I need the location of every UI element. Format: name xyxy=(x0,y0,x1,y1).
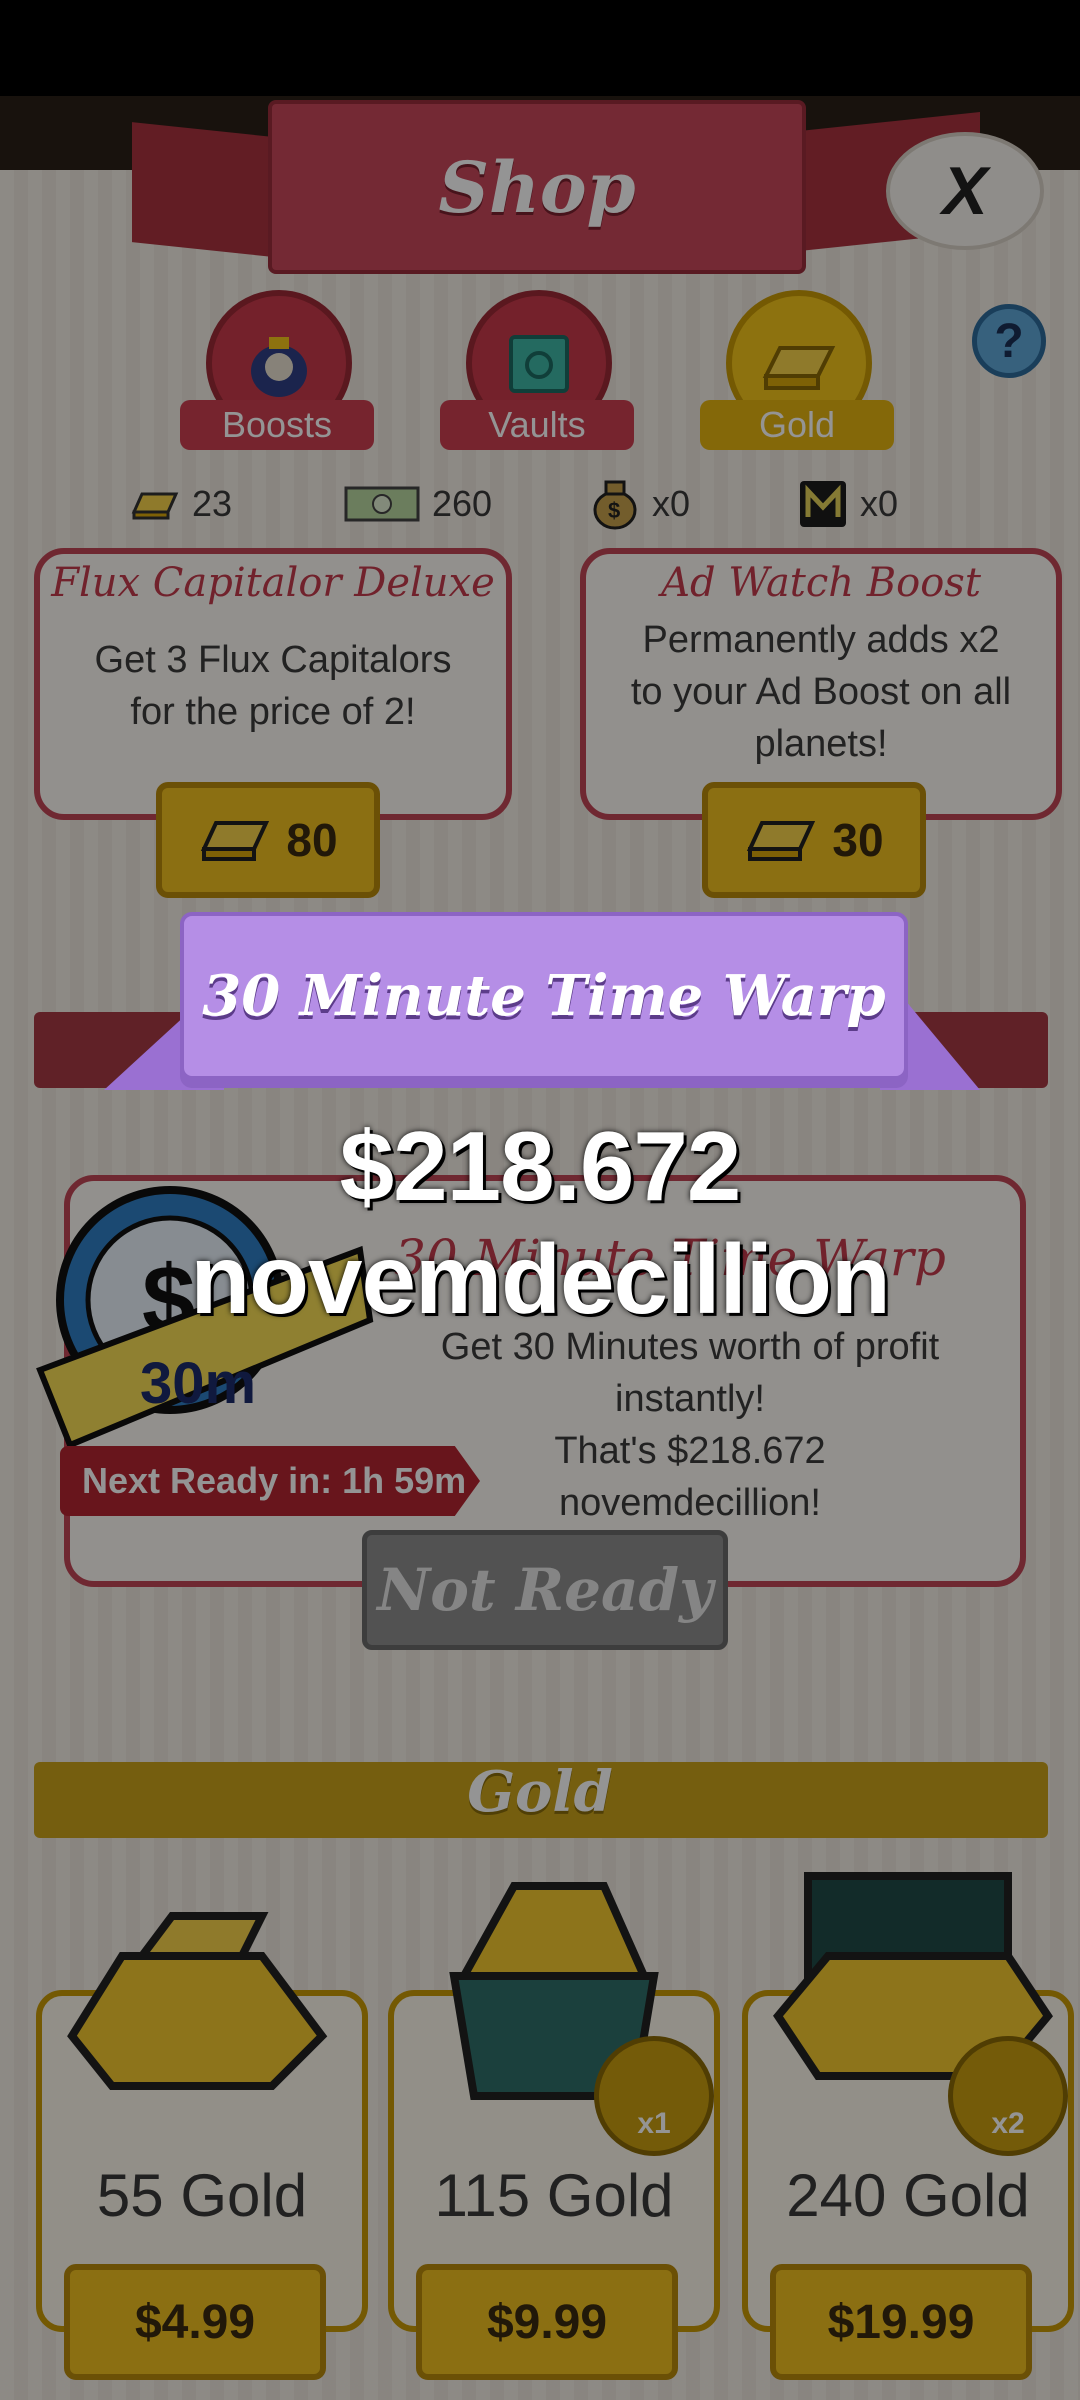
profit-amount: $218.672 novemdecillion xyxy=(190,1111,890,1334)
description-line: to your Ad Boost on all xyxy=(630,671,1012,713)
mega-icon xyxy=(800,481,846,527)
card-description: Get 30 Minutes worth of profit instantly… xyxy=(440,1321,940,1529)
gold-pack-card: 55 Gold $4.99 xyxy=(36,1912,368,2380)
description-line: planets! xyxy=(754,723,888,765)
description-line: Get 3 Flux Capitalors xyxy=(94,639,452,681)
currency-bills: 260 xyxy=(344,474,492,534)
tab-label: Gold xyxy=(700,400,894,450)
currency-gold: 23 xyxy=(130,474,232,534)
gold-pile-icon xyxy=(67,1912,328,2090)
tab-vaults[interactable]: Vaults xyxy=(440,290,634,460)
boost-card-flux-capitalor: Flux Capitalor Deluxe Get 3 Flux Capital… xyxy=(34,548,512,820)
time-warp-banner: 30 Minute Time Warp xyxy=(180,912,908,1080)
buy-gold-button[interactable]: $9.99 xyxy=(416,2264,678,2380)
tab-gold[interactable]: Gold xyxy=(700,290,894,460)
timer-label: 30m xyxy=(140,1351,257,1416)
tab-boosts[interactable]: Boosts xyxy=(180,290,374,460)
boost-card-ad-watch: Ad Watch Boost Permanently adds x2 to yo… xyxy=(580,548,1062,820)
description-line: for the price of 2! xyxy=(130,691,416,733)
description-line: Permanently adds x2 xyxy=(642,619,1000,661)
title-ribbon-left xyxy=(132,122,282,258)
gold-amount: 55 Gold xyxy=(96,2162,308,2229)
multiplier-badge: x1 xyxy=(594,2036,714,2156)
gold-pack-card: x2 240 Gold $19.99 xyxy=(742,1872,1074,2380)
price-value: 80 xyxy=(286,814,338,866)
description-line: That's $218.672 novemdecillion! xyxy=(554,1430,826,1524)
currency-value: 260 xyxy=(432,483,493,524)
page-title: Shop xyxy=(438,145,636,229)
shop-title-plate: Shop xyxy=(268,100,806,274)
status-bar xyxy=(0,0,1080,96)
card-title: Ad Watch Boost xyxy=(661,560,981,606)
money-bag-icon: $ xyxy=(593,480,637,530)
gold-bar-icon xyxy=(747,821,816,861)
tab-label: Boosts xyxy=(180,400,374,450)
gold-pack-card: x1 115 Gold $9.99 xyxy=(388,1882,720,2380)
buy-gold-button[interactable]: $4.99 xyxy=(64,2264,326,2380)
multiplier-badge: x2 xyxy=(948,2036,1068,2156)
svg-text:$: $ xyxy=(608,498,620,523)
card-description: Permanently adds x2 to your Ad Boost on … xyxy=(586,614,1056,770)
gold-amount: 115 Gold xyxy=(434,2162,674,2229)
not-ready-button[interactable]: Not Ready xyxy=(362,1530,728,1650)
currency-value: x0 xyxy=(860,483,899,524)
gold-bar-icon xyxy=(201,821,270,861)
buy-gold-button[interactable]: $19.99 xyxy=(770,2264,1032,2380)
next-ready-badge: Next Ready in: 1h 59m xyxy=(60,1446,480,1516)
banknote-icon xyxy=(344,486,420,522)
close-button[interactable]: X xyxy=(886,132,1044,250)
card-description: Get 3 Flux Capitalors for the price of 2… xyxy=(40,634,506,738)
card-title: Flux Capitalor Deluxe xyxy=(51,560,495,606)
buy-flux-capitalor-button[interactable]: 80 xyxy=(156,782,380,898)
price-value: 30 xyxy=(832,814,884,866)
tab-label: Vaults xyxy=(440,400,634,450)
gold-amount: 240 Gold xyxy=(786,2162,1030,2229)
currency-value: x0 xyxy=(652,483,691,524)
banner-title: 30 Minute Time Warp xyxy=(202,963,886,1029)
currency-money-bag: $ x0 xyxy=(590,474,690,534)
buy-ad-watch-button[interactable]: 30 xyxy=(702,782,926,898)
currency-mega: x0 xyxy=(798,474,898,534)
gold-section-title: Gold xyxy=(467,1759,613,1825)
help-button[interactable]: ? xyxy=(972,304,1046,378)
description-line: instantly! xyxy=(615,1378,765,1420)
currency-value: 23 xyxy=(192,483,233,524)
gold-bar-icon xyxy=(131,492,179,520)
